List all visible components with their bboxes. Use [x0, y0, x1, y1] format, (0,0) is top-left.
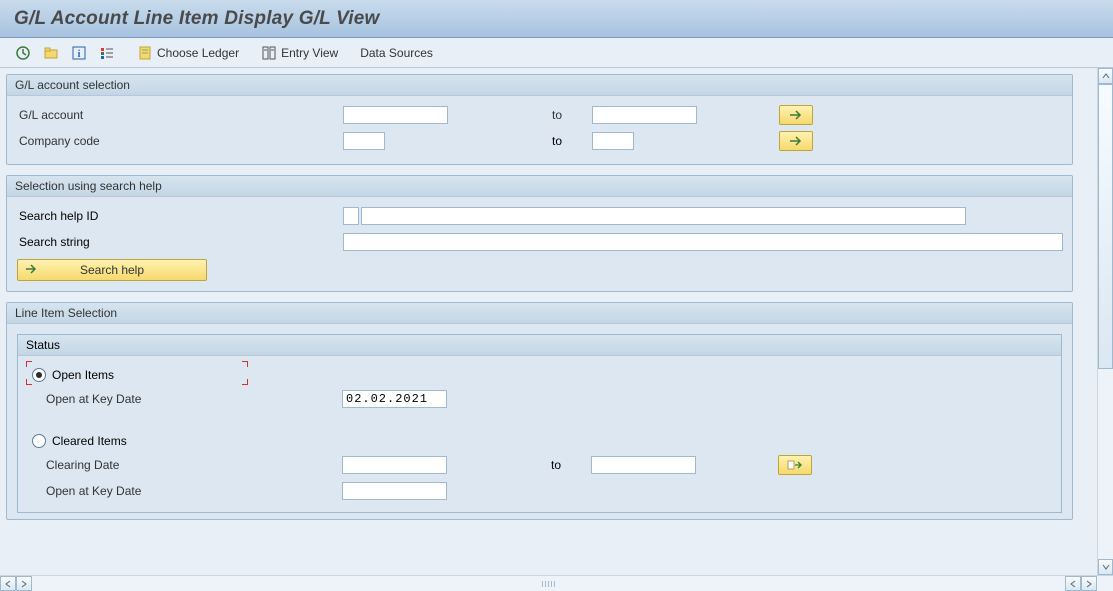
data-sources-label: Data Sources: [360, 46, 433, 60]
execute-button[interactable]: [10, 42, 36, 64]
entry-view-button[interactable]: Entry View: [256, 42, 343, 64]
group-gl-account-selection: G/L account selection G/L account to Com…: [6, 74, 1073, 165]
label-company-code: Company code: [17, 134, 343, 148]
page-title: G/L Account Line Item Display G/L View: [14, 8, 380, 30]
content: G/L account selection G/L account to Com…: [0, 68, 1083, 540]
ledger-icon: [137, 45, 153, 61]
search-help-button-label: Search help: [80, 263, 144, 277]
arrow-right-doc-icon: [787, 459, 803, 471]
label-to-2: to: [552, 134, 592, 148]
radio-cleared-items[interactable]: [32, 434, 46, 448]
label-cleared-items: Cleared Items: [52, 434, 127, 448]
label-open-items: Open Items: [52, 368, 114, 382]
input-company-code-from[interactable]: [343, 132, 385, 150]
label-clearing-date: Clearing Date: [32, 458, 342, 472]
title-bar: G/L Account Line Item Display G/L View: [0, 0, 1113, 38]
label-gl-account: G/L account: [17, 108, 343, 122]
chevron-down-icon: [1102, 563, 1110, 571]
scroll-down-button[interactable]: [1098, 559, 1113, 575]
input-search-help-id[interactable]: [361, 207, 966, 225]
scroll-area: G/L account selection G/L account to Com…: [0, 68, 1113, 575]
search-help-button[interactable]: Search help: [17, 259, 207, 281]
dynamic-selections-button[interactable]: [94, 42, 120, 64]
list-colors-icon: [99, 45, 115, 61]
label-to-3: to: [551, 458, 591, 472]
input-gl-account-from[interactable]: [343, 106, 448, 124]
multi-select-company-code[interactable]: [779, 131, 813, 151]
chevron-right-icon: [20, 580, 28, 588]
group-search-help: Selection using search help Search help …: [6, 175, 1073, 292]
input-clearing-date-to[interactable]: [591, 456, 696, 474]
arrow-right-icon: [788, 109, 804, 121]
clock-execute-icon: [15, 45, 31, 61]
label-open-key-date: Open at Key Date: [32, 392, 342, 406]
radio-open-items[interactable]: [32, 368, 46, 382]
folder-variant-icon: [43, 45, 59, 61]
choose-ledger-button[interactable]: Choose Ledger: [132, 42, 244, 64]
hscroll-track[interactable]: [32, 576, 1065, 591]
group-title-line-item: Line Item Selection: [7, 303, 1072, 324]
scroll-right-button-2[interactable]: [1081, 576, 1097, 591]
choose-ledger-label: Choose Ledger: [157, 46, 239, 60]
input-cleared-open-key-date[interactable]: [342, 482, 447, 500]
application-toolbar: i Choose Ledger Entry View Data Sources: [0, 38, 1113, 68]
label-search-string: Search string: [17, 235, 343, 249]
arrow-right-icon: [788, 135, 804, 147]
label-cleared-open-key-date: Open at Key Date: [32, 484, 342, 498]
input-search-string[interactable]: [343, 233, 1063, 251]
chevron-left-icon: [4, 580, 12, 588]
label-to-1: to: [552, 108, 592, 122]
resize-grip-icon: [534, 579, 564, 589]
svg-text:i: i: [78, 49, 81, 60]
get-variant-button[interactable]: [38, 42, 64, 64]
group-line-item-selection: Line Item Selection Status Open Items: [6, 302, 1073, 520]
scroll-left-button-2[interactable]: [1065, 576, 1081, 591]
multi-select-clearing-date[interactable]: [778, 455, 812, 475]
scroll-left-button[interactable]: [0, 576, 16, 591]
chevron-up-icon: [1102, 72, 1110, 80]
arrow-right-icon: [24, 263, 38, 278]
input-gl-account-to[interactable]: [592, 106, 697, 124]
info-button[interactable]: i: [66, 42, 92, 64]
multi-select-gl-account[interactable]: [779, 105, 813, 125]
chevron-right-icon: [1085, 580, 1093, 588]
scroll-up-button[interactable]: [1098, 68, 1113, 84]
info-icon: i: [71, 45, 87, 61]
group-title-search: Selection using search help: [7, 176, 1072, 197]
subgroup-status-title: Status: [18, 335, 1061, 356]
subgroup-status: Status Open Items Open at Key Date: [17, 334, 1062, 513]
input-open-key-date[interactable]: [342, 390, 447, 408]
entry-view-label: Entry View: [281, 46, 338, 60]
scroll-right-button-1[interactable]: [16, 576, 32, 591]
input-company-code-to[interactable]: [592, 132, 634, 150]
search-help-id-flag[interactable]: [343, 207, 359, 225]
label-search-help-id: Search help ID: [17, 209, 343, 223]
input-clearing-date-from[interactable]: [342, 456, 447, 474]
entry-view-icon: [261, 45, 277, 61]
scroll-track[interactable]: [1098, 84, 1113, 559]
data-sources-button[interactable]: Data Sources: [355, 42, 438, 64]
group-title-gl: G/L account selection: [7, 75, 1072, 96]
chevron-left-icon: [1069, 580, 1077, 588]
vertical-scrollbar[interactable]: [1097, 68, 1113, 575]
horizontal-scrollbar[interactable]: [0, 575, 1113, 591]
scroll-thumb[interactable]: [1098, 84, 1113, 369]
